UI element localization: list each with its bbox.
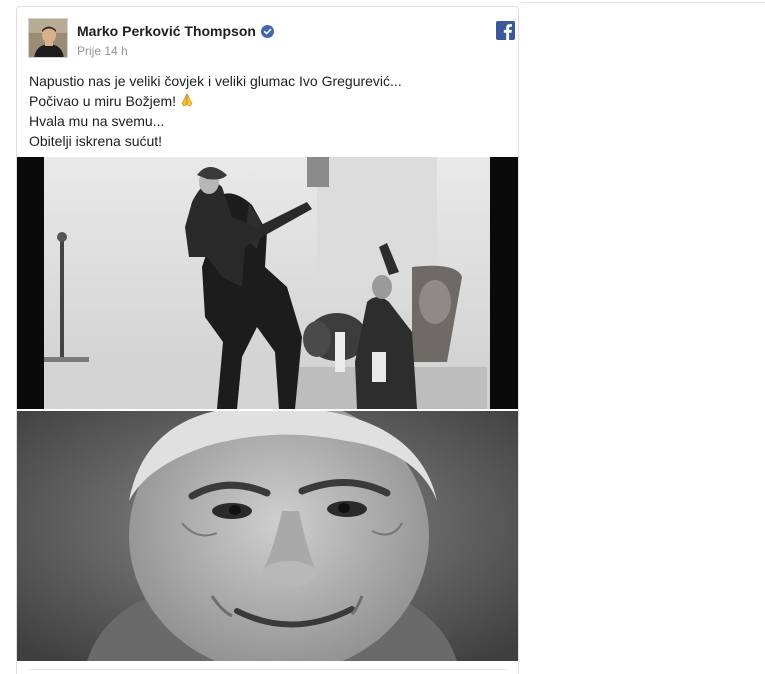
post-text-line-1: Napustio nas je veliki čovjek i veliki g… [29,73,402,89]
author-line: Marko Perković Thompson [77,23,274,39]
praying-hands-emoji-icon [181,93,193,107]
post-text-line-2: Počivao u miru Božjem! [29,91,507,111]
facebook-icon[interactable] [496,21,515,40]
post-text-line-2-label: Počivao u miru Božjem! [29,93,177,109]
post-footer-divider [29,669,507,670]
page-top-rule [521,2,765,3]
post-text-line-4: Obitelji iskrena sućut! [29,133,163,149]
post-header: Marko Perković Thompson Prije 14 h [28,18,515,60]
verified-badge-icon [260,24,274,38]
post-text-line-3: Hvala mu na svemu... [29,113,165,129]
post-photo-portrait[interactable] [17,411,518,661]
author-avatar[interactable] [28,18,68,58]
post-timestamp[interactable]: Prije 14 h [77,44,128,58]
facebook-post-embed: Marko Perković Thompson Prije 14 h Napus… [16,6,519,674]
post-photo-film-still[interactable] [17,157,518,409]
post-message: Napustio nas je veliki čovjek i veliki g… [29,71,507,151]
author-name[interactable]: Marko Perković Thompson [77,23,256,39]
